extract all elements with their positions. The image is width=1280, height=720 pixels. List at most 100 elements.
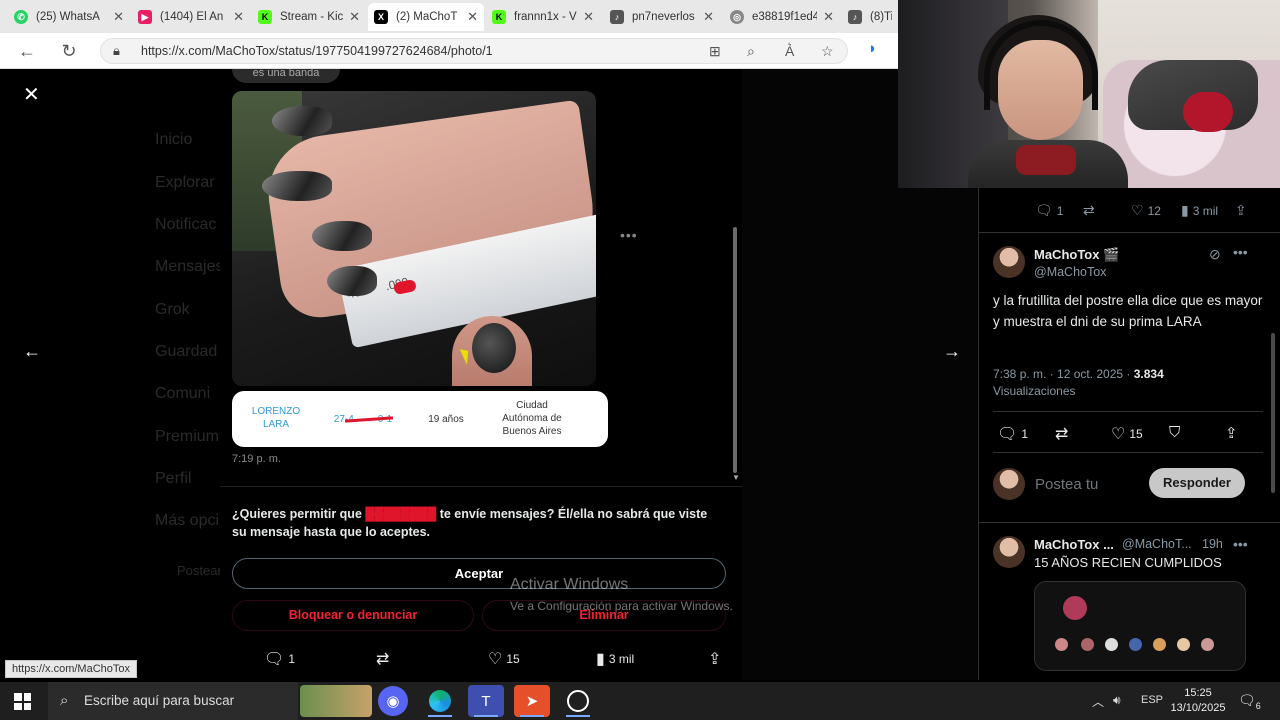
tab-kick-stream[interactable]: K Stream - Kic ✕	[252, 3, 366, 31]
message-photo[interactable]: 46..099	[232, 91, 596, 386]
language-indicator[interactable]: ESP	[1141, 694, 1163, 706]
views-action[interactable]: ▮ 3 mil	[1181, 202, 1218, 219]
tab-close-icon[interactable]: ✕	[349, 9, 360, 25]
telegram-icon[interactable]: ➤	[514, 685, 550, 717]
edge-icon[interactable]	[422, 685, 458, 717]
id-name: LORENZO LARA	[251, 406, 301, 430]
tab-web[interactable]: ◎ e38819f1ed4 ✕	[724, 3, 840, 31]
tab-kick-frannn1x[interactable]: K frannn1x - V ✕	[486, 3, 600, 31]
tab-tiktok-2[interactable]: ♪ (8)Tik	[842, 3, 898, 31]
whatsapp-icon: ✆	[14, 10, 28, 24]
heart-icon: ♡	[488, 651, 503, 668]
obs-icon[interactable]	[560, 685, 596, 717]
tweet-media-thumbnail[interactable]	[1034, 581, 1246, 671]
screen: ✆ (25) WhatsA ✕ ▶ (1404) El An ✕ K Strea…	[0, 0, 1280, 720]
author-handle[interactable]: @MaChoTox	[1034, 265, 1106, 279]
zoom-icon[interactable]: ⌕	[747, 43, 755, 60]
more-options-icon[interactable]: •••	[620, 227, 638, 243]
extension-icon[interactable]: ◗	[868, 40, 877, 57]
message-bubble: es una banda	[232, 69, 340, 83]
tab-close-icon[interactable]: ✕	[233, 9, 244, 25]
reply-action[interactable]: 🗨︎ 1	[997, 424, 1028, 444]
photo-action-bar: 🗨︎ 1 ⇄ ♡ 15 ▮ 3 mil ⇪	[220, 641, 742, 677]
tab-close-icon[interactable]: ✕	[703, 9, 714, 25]
views-action[interactable]: ▮ 3 mil	[596, 649, 634, 669]
avatar[interactable]	[993, 246, 1025, 278]
notification-icon[interactable]: 🗨︎6	[1238, 692, 1261, 711]
share-action[interactable]: ⇪	[708, 649, 725, 669]
read-aloud-icon[interactable]: A͛	[785, 43, 794, 59]
ghost-nav-item: Notificac	[155, 216, 217, 233]
author-handle[interactable]: @MaChoT...	[1122, 537, 1192, 551]
scroll-thumb[interactable]	[733, 227, 737, 473]
tab-tiktok[interactable]: ♪ pn7neverlos ✕	[604, 3, 720, 31]
more-options-icon[interactable]: •••	[1233, 536, 1248, 552]
tab-title: (8)Tik	[870, 11, 892, 23]
avatar[interactable]	[993, 536, 1025, 568]
repost-action[interactable]: ⇄	[376, 649, 393, 669]
reload-icon[interactable]: ↻	[58, 40, 80, 62]
grok-icon[interactable]: ⊘	[1209, 246, 1221, 263]
tab-youtube[interactable]: ▶ (1404) El An ✕	[132, 3, 250, 31]
teams-icon[interactable]: T	[468, 685, 504, 717]
like-action[interactable]: ♡ 12	[1131, 202, 1161, 219]
tab-close-icon[interactable]: ✕	[467, 9, 478, 25]
next-arrow-icon[interactable]: →	[943, 341, 961, 362]
accept-button[interactable]: Aceptar	[232, 558, 726, 589]
address-bar[interactable]: 🔒︎ https://x.com/MaChoTox/status/1977504…	[100, 38, 848, 64]
clock-date: 13/10/2025	[1170, 702, 1226, 714]
ghost-nav-item: Grok	[155, 301, 190, 318]
reply-action[interactable]: 🗨︎ 1	[1035, 202, 1063, 219]
previous-arrow-icon[interactable]: ←	[23, 341, 41, 362]
tab-x-machotox[interactable]: X (2) MaChoT ✕	[368, 3, 484, 31]
favorite-star-icon[interactable]: ☆	[821, 43, 834, 60]
close-icon[interactable]: ✕	[23, 82, 40, 107]
clock-time: 15:25	[1184, 687, 1212, 699]
tab-close-icon[interactable]: ✕	[823, 9, 834, 25]
reply-icon: 🗨︎	[1035, 202, 1053, 218]
taskbar-clock[interactable]: 15:25 13/10/2025	[1168, 686, 1228, 716]
share-action[interactable]: ⇪	[1235, 202, 1251, 219]
like-action[interactable]: ♡ 15	[1111, 424, 1143, 444]
reply-action[interactable]: 🗨︎ 1	[264, 649, 295, 669]
id-info-card: LORENZO LARA 27-40-1 19 años Ciudad Autó…	[232, 391, 608, 447]
tray-chevron-icon[interactable]: ︿	[1092, 693, 1104, 710]
more-options-icon[interactable]: •••	[1233, 244, 1248, 260]
repost-action[interactable]: ⇄	[1055, 424, 1072, 444]
like-action[interactable]: ♡ 15	[488, 649, 520, 669]
lock-icon: 🔒︎	[113, 43, 120, 58]
repost-action[interactable]: ⇄	[1083, 202, 1099, 219]
photo-nail	[312, 221, 372, 251]
media-avatar	[1153, 638, 1166, 651]
url-text[interactable]: https://x.com/MaChoTox/status/1977504199…	[141, 44, 493, 58]
kick-icon: K	[258, 10, 272, 24]
news-widget-icon[interactable]	[300, 685, 372, 717]
author-name[interactable]: MaChoTox 🎬	[1034, 247, 1119, 263]
compose-input[interactable]: Postea tu	[1035, 474, 1098, 495]
search-placeholder: Escribe aquí para buscar	[84, 693, 235, 708]
reply-button[interactable]: Responder	[1149, 468, 1245, 498]
taskbar-search[interactable]: ⌕ Escribe aquí para buscar	[48, 682, 298, 720]
discord-icon[interactable]: ◉	[378, 686, 408, 716]
tab-whatsapp[interactable]: ✆ (25) WhatsA ✕	[8, 3, 130, 31]
block-report-button[interactable]: Bloquear o denunciar	[232, 600, 474, 631]
windows-activation-title: Activar Windows	[510, 576, 629, 593]
apps-grid-icon[interactable]: ⊞	[709, 43, 721, 60]
scrollbar[interactable]: ▼	[732, 69, 740, 484]
bookmark-icon[interactable]: ⛉	[1169, 424, 1180, 441]
author-name[interactable]: MaChoTox ...	[1034, 537, 1114, 552]
windows-start-icon[interactable]	[14, 693, 31, 710]
bar-chart-icon: ▮	[1181, 202, 1189, 218]
browser-tab-bar: ✆ (25) WhatsA ✕ ▶ (1404) El An ✕ K Strea…	[0, 0, 898, 33]
scroll-thumb[interactable]	[1271, 333, 1275, 493]
redacted-username: ████████	[365, 507, 437, 521]
share-icon[interactable]: ⇪	[1225, 424, 1238, 442]
photo-nail	[272, 106, 332, 136]
ghost-nav-item: Perfil	[155, 470, 192, 487]
scroll-down-icon[interactable]: ▼	[732, 473, 740, 482]
tab-close-icon[interactable]: ✕	[113, 9, 124, 25]
speaker-icon[interactable]: 🔊︎	[1113, 693, 1121, 708]
reply-icon: 🗨︎	[997, 426, 1018, 443]
back-arrow-icon[interactable]: ←	[16, 40, 38, 62]
tab-close-icon[interactable]: ✕	[583, 9, 594, 25]
